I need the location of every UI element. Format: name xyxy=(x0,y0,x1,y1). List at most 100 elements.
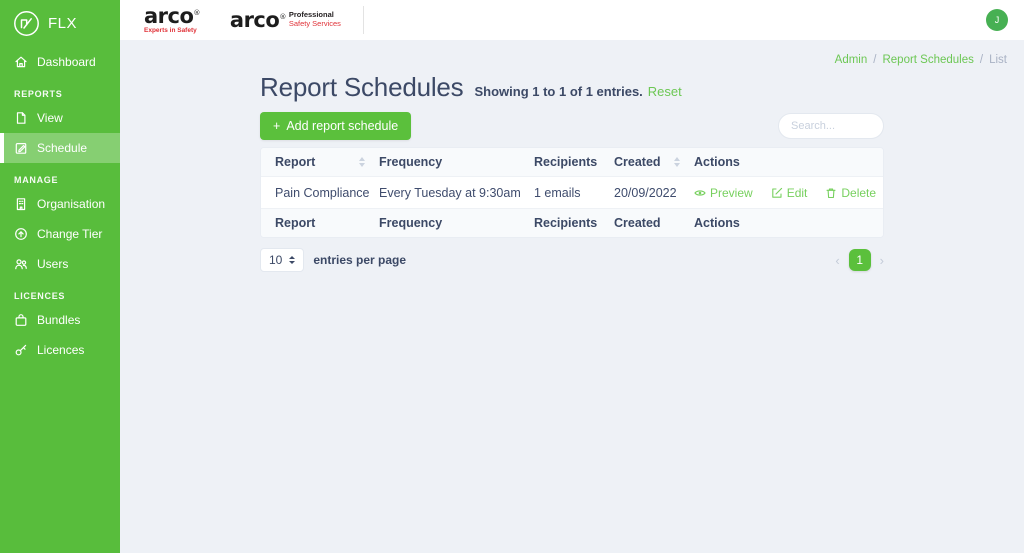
column-header-report[interactable]: Report xyxy=(261,155,379,169)
arco-tagline: Experts in Safety xyxy=(144,28,200,35)
sidebar-section-header: MANAGE xyxy=(0,165,120,189)
add-report-schedule-button[interactable]: + Add report schedule xyxy=(260,112,411,140)
app-window: FLX Dashboard REPORTS View xyxy=(0,0,1024,553)
sidebar-item-users[interactable]: Users xyxy=(0,249,120,279)
title-row: Report Schedules Showing 1 to 1 of 1 ent… xyxy=(260,72,884,103)
sidebar-item-label: Organisation xyxy=(37,197,105,211)
breadcrumb-report-schedules[interactable]: Report Schedules xyxy=(882,54,973,66)
building-icon xyxy=(14,197,28,211)
arco-tagline-stack: Professional Safety Services xyxy=(289,11,341,28)
entries-summary: Showing 1 to 1 of 1 entries. xyxy=(474,84,642,99)
table-header-row: Report Frequency Recipients Created Acti… xyxy=(261,148,883,176)
edit-icon xyxy=(771,187,783,199)
cell-actions: Preview Edit Delete xyxy=(694,186,883,200)
trash-icon xyxy=(825,187,837,199)
delete-action[interactable]: Delete xyxy=(825,186,876,200)
plus-icon: + xyxy=(273,119,280,133)
sort-icon[interactable] xyxy=(674,157,680,167)
content-container: Report Schedules Showing 1 to 1 of 1 ent… xyxy=(260,40,884,272)
users-icon xyxy=(14,257,28,271)
entries-per-page-label: entries per page xyxy=(313,253,406,267)
arco-logo-primary: arco® Experts in Safety xyxy=(144,6,200,35)
preview-action[interactable]: Preview xyxy=(694,186,753,200)
next-page-button[interactable]: › xyxy=(880,253,884,268)
footer-report: Report xyxy=(261,216,379,230)
footer-actions: Actions xyxy=(694,216,883,230)
sidebar-item-bundles[interactable]: Bundles xyxy=(0,305,120,335)
flx-logo-icon xyxy=(13,10,40,37)
sidebar-item-organisation[interactable]: Organisation xyxy=(0,189,120,219)
breadcrumb-separator: / xyxy=(980,54,983,66)
sidebar-item-licences[interactable]: Licences xyxy=(0,335,120,365)
home-icon xyxy=(14,55,28,69)
footer-recipients: Recipients xyxy=(534,216,614,230)
table-controls-row: 10 entries per page ‹ 1 › xyxy=(260,248,884,272)
cell-created: 20/09/2022 xyxy=(614,186,694,200)
footer-frequency: Frequency xyxy=(379,216,534,230)
per-page-value: 10 xyxy=(269,253,282,267)
column-header-recipients: Recipients xyxy=(534,155,614,169)
action-label: Preview xyxy=(710,186,753,200)
key-icon xyxy=(14,343,28,357)
brand-logo[interactable]: FLX xyxy=(0,0,120,47)
arco-tagline-bottom: Safety Services xyxy=(289,20,341,29)
add-button-label: Add report schedule xyxy=(286,119,398,133)
sidebar-item-label: Schedule xyxy=(37,141,87,155)
brand-name: FLX xyxy=(48,15,77,32)
cell-frequency: Every Tuesday at 9:30am xyxy=(379,186,534,200)
previous-page-button[interactable]: ‹ xyxy=(835,253,839,268)
main-content: Admin / Report Schedules / List Report S… xyxy=(120,40,1024,553)
action-label: Edit xyxy=(787,186,808,200)
topbar-divider xyxy=(363,6,364,34)
page-title: Report Schedules xyxy=(260,72,463,103)
sidebar-item-label: Dashboard xyxy=(37,55,96,69)
table-footer-row: Report Frequency Recipients Created Acti… xyxy=(261,209,883,237)
arco-wordmark: arco® xyxy=(230,8,286,32)
sidebar: FLX Dashboard REPORTS View xyxy=(0,0,120,553)
sidebar-group-manage: MANAGE Organisation Change Tier xyxy=(0,165,120,279)
sidebar-group-reports: REPORTS View Schedule xyxy=(0,79,120,163)
breadcrumb-current: List xyxy=(989,54,1007,66)
sidebar-item-label: Bundles xyxy=(37,313,80,327)
sidebar-group-main: Dashboard xyxy=(0,47,120,77)
sidebar-item-schedule[interactable]: Schedule xyxy=(0,133,120,163)
footer-created: Created xyxy=(614,216,694,230)
sidebar-group-licences: LICENCES Bundles Licences xyxy=(0,281,120,365)
briefcase-icon xyxy=(14,313,28,327)
sidebar-section-header: LICENCES xyxy=(0,281,120,305)
entries-per-page-control: 10 entries per page xyxy=(260,248,406,272)
table-row: Pain Compliance Every Tuesday at 9:30am … xyxy=(261,176,883,209)
document-icon xyxy=(14,111,28,125)
per-page-select[interactable]: 10 xyxy=(260,248,304,272)
column-header-created[interactable]: Created xyxy=(614,155,694,169)
cell-recipients: 1 emails xyxy=(534,186,614,200)
search-input[interactable] xyxy=(778,113,884,139)
sidebar-item-label: Users xyxy=(37,257,68,271)
report-schedules-table: Report Frequency Recipients Created Acti… xyxy=(260,147,884,238)
upload-circle-icon xyxy=(14,227,28,241)
page-number-button[interactable]: 1 xyxy=(849,249,871,271)
clipboard-edit-icon xyxy=(14,141,28,155)
sidebar-item-label: Change Tier xyxy=(37,227,102,241)
sort-icon[interactable] xyxy=(359,157,365,167)
eye-icon xyxy=(694,187,706,199)
sidebar-item-label: Licences xyxy=(37,343,84,357)
action-label: Delete xyxy=(841,186,876,200)
reset-link[interactable]: Reset xyxy=(648,84,682,99)
cell-report: Pain Compliance xyxy=(261,186,379,200)
column-header-frequency: Frequency xyxy=(379,155,534,169)
topbar: arco® Experts in Safety arco® Profession… xyxy=(120,0,1024,40)
sidebar-item-change-tier[interactable]: Change Tier xyxy=(0,219,120,249)
user-avatar[interactable]: J xyxy=(986,9,1008,31)
sidebar-section-header: REPORTS xyxy=(0,79,120,103)
select-arrows-icon xyxy=(289,256,295,264)
arco-wordmark: arco® xyxy=(144,6,200,27)
arco-logo-secondary: arco® Professional Safety Services xyxy=(230,8,341,32)
toolbar-row: + Add report schedule xyxy=(260,112,884,140)
column-header-actions: Actions xyxy=(694,155,883,169)
pagination: ‹ 1 › xyxy=(835,249,884,271)
edit-action[interactable]: Edit xyxy=(771,186,808,200)
sidebar-item-view[interactable]: View xyxy=(0,103,120,133)
sidebar-item-label: View xyxy=(37,111,63,125)
sidebar-item-dashboard[interactable]: Dashboard xyxy=(0,47,120,77)
